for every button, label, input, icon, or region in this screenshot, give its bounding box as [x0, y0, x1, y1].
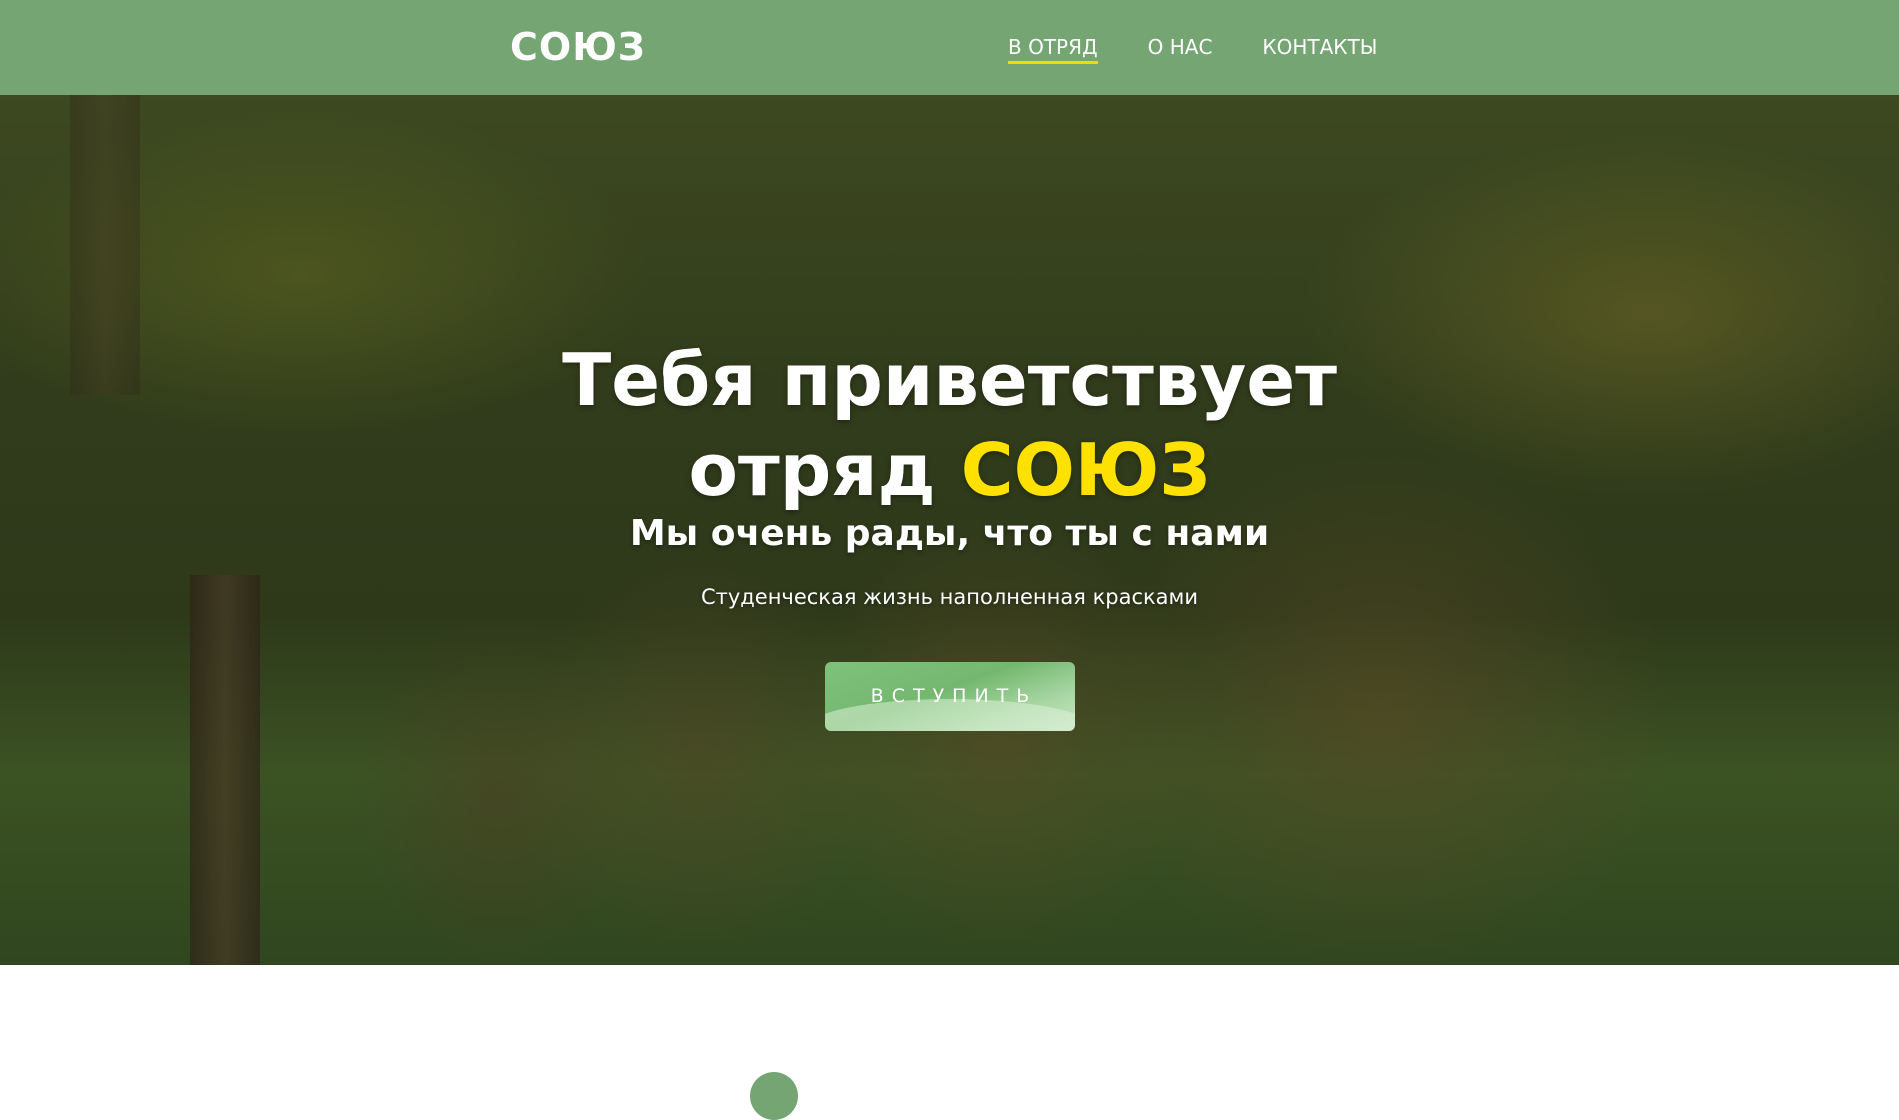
hero-content: Тебя приветствует отряд СОЮЗ Мы очень ра… — [0, 95, 1899, 965]
main-nav: В ОТРЯД О НАС КОНТАКТЫ — [1008, 34, 1377, 64]
next-section — [0, 965, 1899, 1120]
hero-title-line2-prefix: отряд — [688, 428, 961, 512]
hero-title-line1: Тебя приветствует — [562, 338, 1337, 422]
hero-title-accent: СОЮЗ — [960, 428, 1211, 512]
join-button[interactable]: ВСТУПИТЬ — [825, 662, 1075, 731]
section-marker-circle — [750, 1072, 798, 1120]
hero-section: Тебя приветствует отряд СОЮЗ Мы очень ра… — [0, 95, 1899, 965]
hero-tagline: Студенческая жизнь наполненная красками — [700, 585, 1199, 609]
site-header: СОЮЗ В ОТРЯД О НАС КОНТАКТЫ — [0, 0, 1899, 95]
site-logo[interactable]: СОЮЗ — [510, 24, 646, 70]
hero-title: Тебя приветствует отряд СОЮЗ — [0, 335, 1899, 515]
nav-link-contacts[interactable]: КОНТАКТЫ — [1262, 34, 1377, 60]
hero-subtitle: Мы очень рады, что ты с нами — [629, 513, 1270, 554]
nav-link-about[interactable]: О НАС — [1148, 34, 1213, 60]
nav-link-join[interactable]: В ОТРЯД — [1008, 34, 1098, 64]
join-button-label: ВСТУПИТЬ — [870, 685, 1038, 707]
